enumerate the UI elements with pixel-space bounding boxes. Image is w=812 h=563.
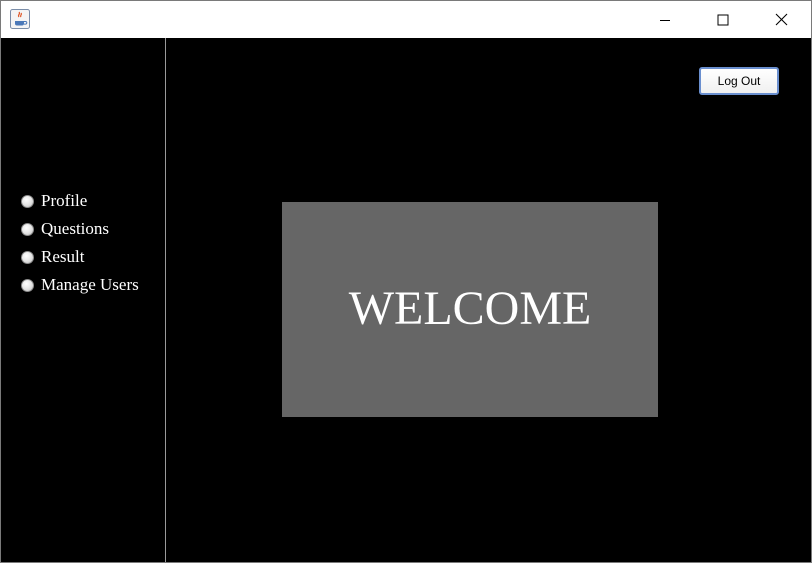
radio-button[interactable] [21, 250, 34, 264]
nav-radio-group: Profile Questions Result Manage Users [21, 187, 139, 299]
nav-label-manage-users: Manage Users [41, 275, 139, 294]
main-content: Profile Questions Result Manage Users Lo… [1, 38, 811, 562]
welcome-panel: WELCOME [282, 202, 658, 417]
welcome-text: WELCOME [348, 281, 592, 335]
title-bar [1, 1, 811, 38]
nav-label-profile: Profile [41, 191, 88, 210]
nav-label-questions: Questions [41, 219, 109, 238]
sidebar-divider [165, 38, 166, 562]
nav-item-questions[interactable]: Questions [21, 215, 139, 243]
nav-item-manage-users[interactable]: Manage Users [21, 271, 139, 299]
nav-item-profile[interactable]: Profile [21, 187, 139, 215]
minimize-icon [659, 14, 671, 26]
app-window: Profile Questions Result Manage Users Lo… [0, 0, 812, 563]
radio-button[interactable] [21, 222, 34, 236]
maximize-button[interactable] [694, 1, 752, 38]
close-button[interactable] [752, 1, 810, 38]
radio-button[interactable] [21, 278, 34, 292]
minimize-button[interactable] [636, 1, 694, 38]
close-icon [775, 13, 788, 26]
java-app-icon [10, 9, 30, 29]
sidebar: Profile Questions Result Manage Users [1, 38, 165, 562]
nav-label-result: Result [41, 247, 85, 266]
nav-item-result[interactable]: Result [21, 243, 139, 271]
radio-button[interactable] [21, 194, 34, 208]
maximize-icon [717, 14, 729, 26]
log-out-button[interactable]: Log Out [699, 67, 779, 95]
